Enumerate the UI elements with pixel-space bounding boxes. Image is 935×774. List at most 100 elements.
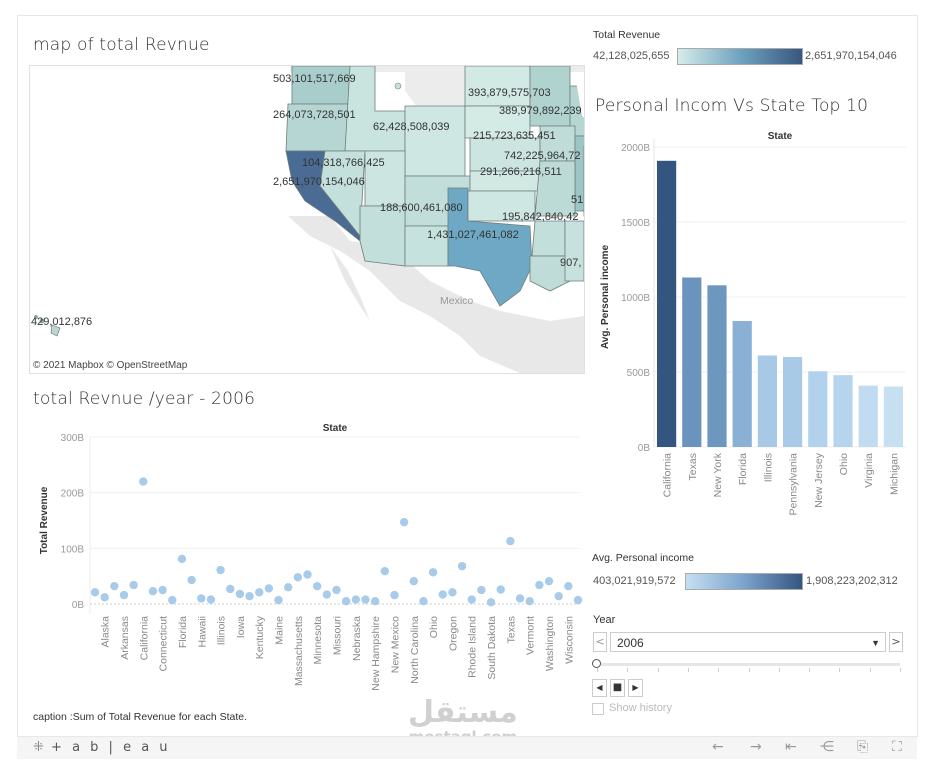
scatter-point[interactable] [554,592,563,601]
revenue-map[interactable]: 503,101,517,669 264,073,728,501 62,428,5… [29,65,585,374]
tableau-logo[interactable]: ⁜ + a b | e a u [33,740,171,755]
scatter-point[interactable] [573,595,583,605]
scatter-point[interactable] [119,590,129,600]
scatter-point[interactable] [351,595,361,604]
stop-button[interactable]: ■ [610,679,625,697]
map-label-missouri: 291,266,216,511 [480,166,562,178]
scatter-point[interactable] [428,568,438,577]
scatter-point[interactable] [303,570,312,579]
undo-icon[interactable]: ← [712,739,724,755]
download-icon[interactable]: ⎘ [857,739,868,755]
scatter-point[interactable] [216,565,225,575]
scatter-point[interactable] [438,590,447,599]
y-tick-label: 500B [627,368,651,379]
x-tick-label: Arkansas [119,616,131,660]
x-tick-label: Texas [687,453,699,480]
scatter-point[interactable] [274,595,283,605]
scatter-point[interactable] [206,595,216,604]
map-label-florida: 907, [560,257,582,269]
play-backward-button[interactable]: ◀ [592,679,607,697]
scatter-point[interactable] [100,593,109,602]
state-arkansas [531,220,566,257]
income-legend-min: 403,021,919,572 [593,575,676,587]
year-prev-button[interactable]: < [593,632,607,652]
fullscreen-icon[interactable]: ⛶ [892,739,902,755]
map-label-wisconsin: 389,979,892,239 [499,105,582,117]
scatter-point[interactable] [264,584,274,593]
play-forward-button[interactable]: ▶ [628,679,643,697]
y-tick-label: 2000B [621,143,650,154]
scatter-point[interactable] [148,586,158,596]
scatter-point[interactable] [419,597,428,606]
scatter-point[interactable] [486,598,496,607]
scatter-point[interactable] [90,588,100,597]
scatter-point[interactable] [177,554,187,564]
slider-tick [809,668,811,672]
scatter-point[interactable] [332,585,341,595]
scatter-point[interactable] [361,595,370,604]
scatter-point[interactable] [284,583,293,592]
scatter-point[interactable] [390,590,399,600]
slider-tick [748,668,750,672]
scatter-point[interactable] [168,595,177,605]
bar-florida[interactable] [732,321,752,447]
share-icon[interactable]: ⋲ [820,739,834,755]
scatter-point[interactable] [341,597,351,606]
scatter-point[interactable] [235,589,245,599]
scatter-point[interactable] [312,581,322,591]
scatter-point[interactable] [525,597,534,606]
scatter-point[interactable] [496,585,505,594]
scatter-point[interactable] [187,575,196,585]
map-label-new-mexico: 188,600,461,080 [380,202,463,214]
scatter-point[interactable] [457,561,467,571]
bar-new-jersey[interactable] [808,371,828,447]
bar-california[interactable] [657,160,677,448]
scatter-point[interactable] [110,581,119,591]
scatter-point[interactable] [506,536,515,546]
scatter-point[interactable] [226,584,235,594]
scatter-point[interactable] [467,595,476,604]
scatter-point[interactable] [399,517,409,527]
map-copyright[interactable]: © 2021 Mapbox © OpenStreetMap [33,360,187,371]
show-history-checkbox[interactable] [592,703,604,715]
scatter-point[interactable] [139,477,148,486]
scatter-point[interactable] [535,580,544,590]
bar-illinois[interactable] [757,355,777,448]
scatter-point[interactable] [158,585,167,595]
scatter-point[interactable] [380,566,389,576]
bar-michigan[interactable] [883,386,903,447]
redo-icon[interactable]: → [750,739,762,755]
scatter-point[interactable] [322,590,332,599]
bar-texas[interactable] [682,277,702,448]
scatter-point[interactable] [197,594,206,603]
bar-chart: State 0B 500B 1000B 1500B 2000B Avg. Personal … [600,131,906,515]
year-dropdown[interactable]: 2006 ▼ [610,632,886,652]
year-next-button[interactable]: > [889,632,903,652]
bar-virginia[interactable] [858,385,878,447]
bar-pennsylvania[interactable] [783,357,803,447]
scatter-point[interactable] [129,580,138,590]
scatter-point[interactable] [448,588,457,597]
scatter-point[interactable] [293,573,303,582]
slider-tick [839,668,841,672]
scatter-point[interactable] [245,592,254,601]
revert-icon[interactable]: ⇤ [785,739,797,755]
scatter-point[interactable] [564,581,573,591]
scatter-point[interactable] [255,588,264,597]
year-slider-thumb[interactable] [592,659,601,668]
y-tick-label: 300B [61,433,85,444]
year-slider-track[interactable] [597,663,900,666]
x-tick-label: Nebraska [351,616,363,661]
scatter-point[interactable] [409,576,418,586]
scatter-point[interactable] [370,597,380,606]
bar-new-york[interactable] [707,285,727,447]
scatter-point[interactable] [515,594,525,603]
slider-tick [900,668,901,672]
scatter-point[interactable] [544,576,554,586]
bar-ohio[interactable] [833,375,853,447]
state-mississippi [564,220,584,282]
scatter-point[interactable] [477,585,486,595]
x-tick-label: New Mexico [389,616,401,673]
stop-icon: ■ [612,682,623,693]
year-value: 2006 [617,636,644,650]
